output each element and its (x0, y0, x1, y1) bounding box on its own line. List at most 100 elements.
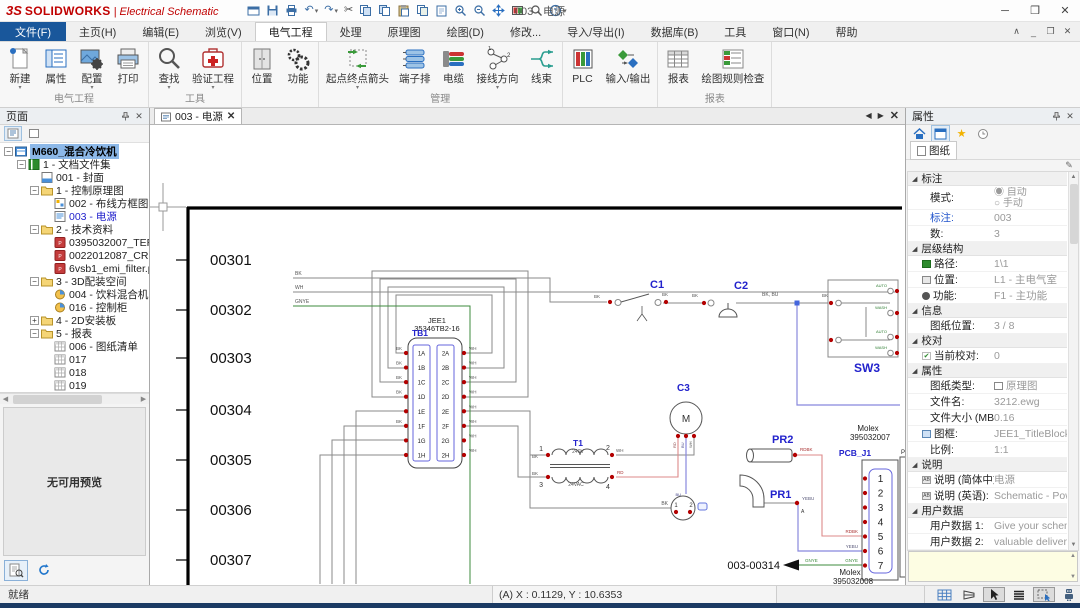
sheet-props-icon[interactable] (931, 125, 950, 142)
pages-hscrollbar[interactable]: ◀▶ (0, 393, 149, 404)
ribbon-new-button[interactable]: 新建▾ (2, 44, 38, 91)
menu-item-9[interactable]: 导入/导出(I) (554, 22, 637, 41)
props-pin-icon[interactable] (1049, 110, 1063, 123)
wires-red[interactable] (616, 438, 862, 536)
ribbon-find-button[interactable]: 查找▾ (151, 44, 187, 91)
tree-item-8[interactable]: P0022012087_CRIMP_H (0, 249, 149, 262)
expand-plus-icon[interactable]: + (30, 316, 39, 325)
preview-refresh-button[interactable] (32, 560, 56, 581)
tree-item-6[interactable]: −2 - 技术资料 (0, 223, 149, 236)
screen-capture-icon[interactable] (510, 3, 525, 19)
zoom-out-icon[interactable] (472, 3, 487, 19)
restore-button[interactable]: ❒ (1020, 0, 1050, 21)
tree-item-18[interactable]: 019 (0, 379, 149, 392)
prop-group-4[interactable]: ◢属性 (908, 364, 1067, 378)
selection-mode-icon[interactable] (1033, 587, 1055, 602)
schematic-canvas[interactable]: 00301003020030300304003050030600307 (150, 125, 905, 585)
prop-group-2[interactable]: ◢信息 (908, 304, 1067, 318)
ribbon-verify-button[interactable]: 验证工程▾ (187, 44, 239, 91)
prop-group-5[interactable]: ◢说明 (908, 458, 1067, 472)
ribbon-harness-button[interactable]: 线束 (524, 44, 560, 85)
ribbon-config-button[interactable]: 配置▾ (74, 44, 110, 91)
menu-item-0[interactable]: 文件(F) (0, 22, 66, 41)
group-expander-icon[interactable]: ◢ (912, 367, 917, 375)
doc-restore-button[interactable]: ❒ (1042, 26, 1059, 37)
zoom-in-icon[interactable] (453, 3, 468, 19)
menu-item-10[interactable]: 数据库(B) (638, 22, 712, 41)
component-pr2[interactable]: PR2 RDBK (747, 434, 813, 462)
group-expander-icon[interactable]: ◢ (912, 461, 917, 469)
collapse-minus-icon[interactable]: − (30, 277, 39, 286)
prop-group-6[interactable]: ◢用户数据 (908, 504, 1067, 518)
doc-close-button[interactable]: ✕ (1059, 26, 1076, 37)
collapse-minus-icon[interactable]: − (30, 225, 39, 234)
prop-group-1[interactable]: ◢层级结构 (908, 242, 1067, 256)
next-sheet-icon[interactable]: ▶ (878, 111, 884, 120)
ribbon-report-button[interactable]: 报表 (660, 44, 696, 85)
note-scroll-down-icon[interactable]: ▼ (1070, 574, 1076, 580)
print-icon[interactable] (284, 3, 299, 19)
copy-with-format-icon[interactable] (377, 3, 392, 19)
tree-item-15[interactable]: 006 - 图纸清单 (0, 340, 149, 353)
prop-row-0-0[interactable]: 模式:◉ 自动○ 手动 (908, 186, 1067, 210)
note-scroll-up-icon[interactable]: ▲ (1070, 553, 1076, 559)
pages-close-icon[interactable]: ✕ (132, 110, 146, 123)
component-tb1[interactable]: JEE1 35346TB2-16 TB1 1A2ABKWH1B2BBKWH1C2… (396, 316, 477, 468)
redo-icon[interactable]: ↷▾ (323, 3, 339, 19)
favorites-star-icon[interactable]: ★ (952, 125, 971, 142)
menu-item-3[interactable]: 浏览(V) (192, 22, 255, 41)
menu-item-12[interactable]: 窗口(N) (759, 22, 822, 41)
ribbon-drc-button[interactable]: 绘图规则检查 (696, 44, 769, 85)
preview-toggle-button[interactable] (4, 560, 28, 581)
mode-radio-group[interactable]: ◉ 自动○ 手动 (994, 187, 1027, 209)
perspective-toggle-icon[interactable] (958, 587, 980, 602)
pin-icon[interactable] (118, 110, 132, 123)
pan-icon[interactable] (491, 3, 506, 19)
description-note-box[interactable]: ▲ ▼ (908, 551, 1078, 582)
ribbon-print-button[interactable]: 打印 (110, 44, 146, 85)
tree-item-17[interactable]: 018 (0, 366, 149, 379)
close-sheet-icon[interactable]: ✕ (890, 109, 899, 122)
component-t1[interactable]: T1 240V 24VAC 1 2 3 4 BK WH BK RD (532, 438, 624, 491)
edit-pencil-icon[interactable]: ✎ (1061, 160, 1077, 171)
ribbon-props-button[interactable]: 属性 (38, 44, 74, 85)
component-c2[interactable]: C2 BK (692, 280, 748, 317)
cut-icon[interactable]: ✂ (343, 3, 354, 19)
collapse-minus-icon[interactable]: − (4, 147, 13, 156)
clipboard-icon[interactable] (434, 3, 449, 19)
minimize-button[interactable]: ─ (990, 0, 1020, 21)
prop-group-3[interactable]: ◢校对 (908, 334, 1067, 348)
menu-item-2[interactable]: 编辑(E) (129, 22, 192, 41)
ribbon-plc-button[interactable]: PLC (565, 44, 601, 85)
group-expander-icon[interactable]: ◢ (912, 307, 917, 315)
collapse-minus-icon[interactable]: − (17, 160, 26, 169)
document-tab[interactable]: 003 - 电源 ✕ (154, 108, 242, 124)
tree-item-16[interactable]: 017 (0, 353, 149, 366)
ribbon-collapse-icon[interactable]: ∧ (1008, 26, 1025, 37)
search-icon[interactable] (529, 3, 544, 19)
ribbon-location-button[interactable]: 位置 (244, 44, 280, 85)
ribbon-arrows-button[interactable]: 起点终点箭头▾ (321, 44, 394, 91)
menu-item-13[interactable]: 帮助 (823, 22, 871, 41)
menu-item-6[interactable]: 原理图 (375, 22, 434, 41)
group-expander-icon[interactable]: ◢ (912, 507, 917, 515)
wires-gray[interactable] (293, 271, 895, 584)
component-pcb-j1[interactable]: Molex 395032007 PCB_J1 1234567 RDBK YEBU… (833, 424, 898, 585)
grid-toggle-icon[interactable] (933, 587, 955, 602)
document-tab-close-icon[interactable]: ✕ (227, 111, 235, 122)
prev-sheet-icon[interactable]: ◀ (865, 111, 871, 120)
undo-icon[interactable]: ↶▾ (303, 3, 319, 19)
collapse-minus-icon[interactable]: − (30, 329, 39, 338)
paste-icon[interactable] (396, 3, 411, 19)
assistant-icon[interactable] (1058, 587, 1080, 602)
menu-item-11[interactable]: 工具 (711, 22, 759, 41)
ribbon-io-button[interactable]: 输入/输出 (601, 44, 656, 85)
component-pr1[interactable]: PR1 YEBU A (740, 475, 814, 515)
save-icon[interactable] (265, 3, 280, 19)
props-close-icon[interactable]: ✕ (1063, 110, 1077, 123)
doc-minimize-button[interactable]: _ (1025, 27, 1042, 37)
cursor-mode-icon[interactable] (983, 587, 1005, 602)
component-c1[interactable]: C1 BK BK (594, 279, 668, 321)
pages-book-view-icon[interactable] (4, 126, 22, 141)
menu-item-5[interactable]: 处理 (327, 22, 375, 41)
